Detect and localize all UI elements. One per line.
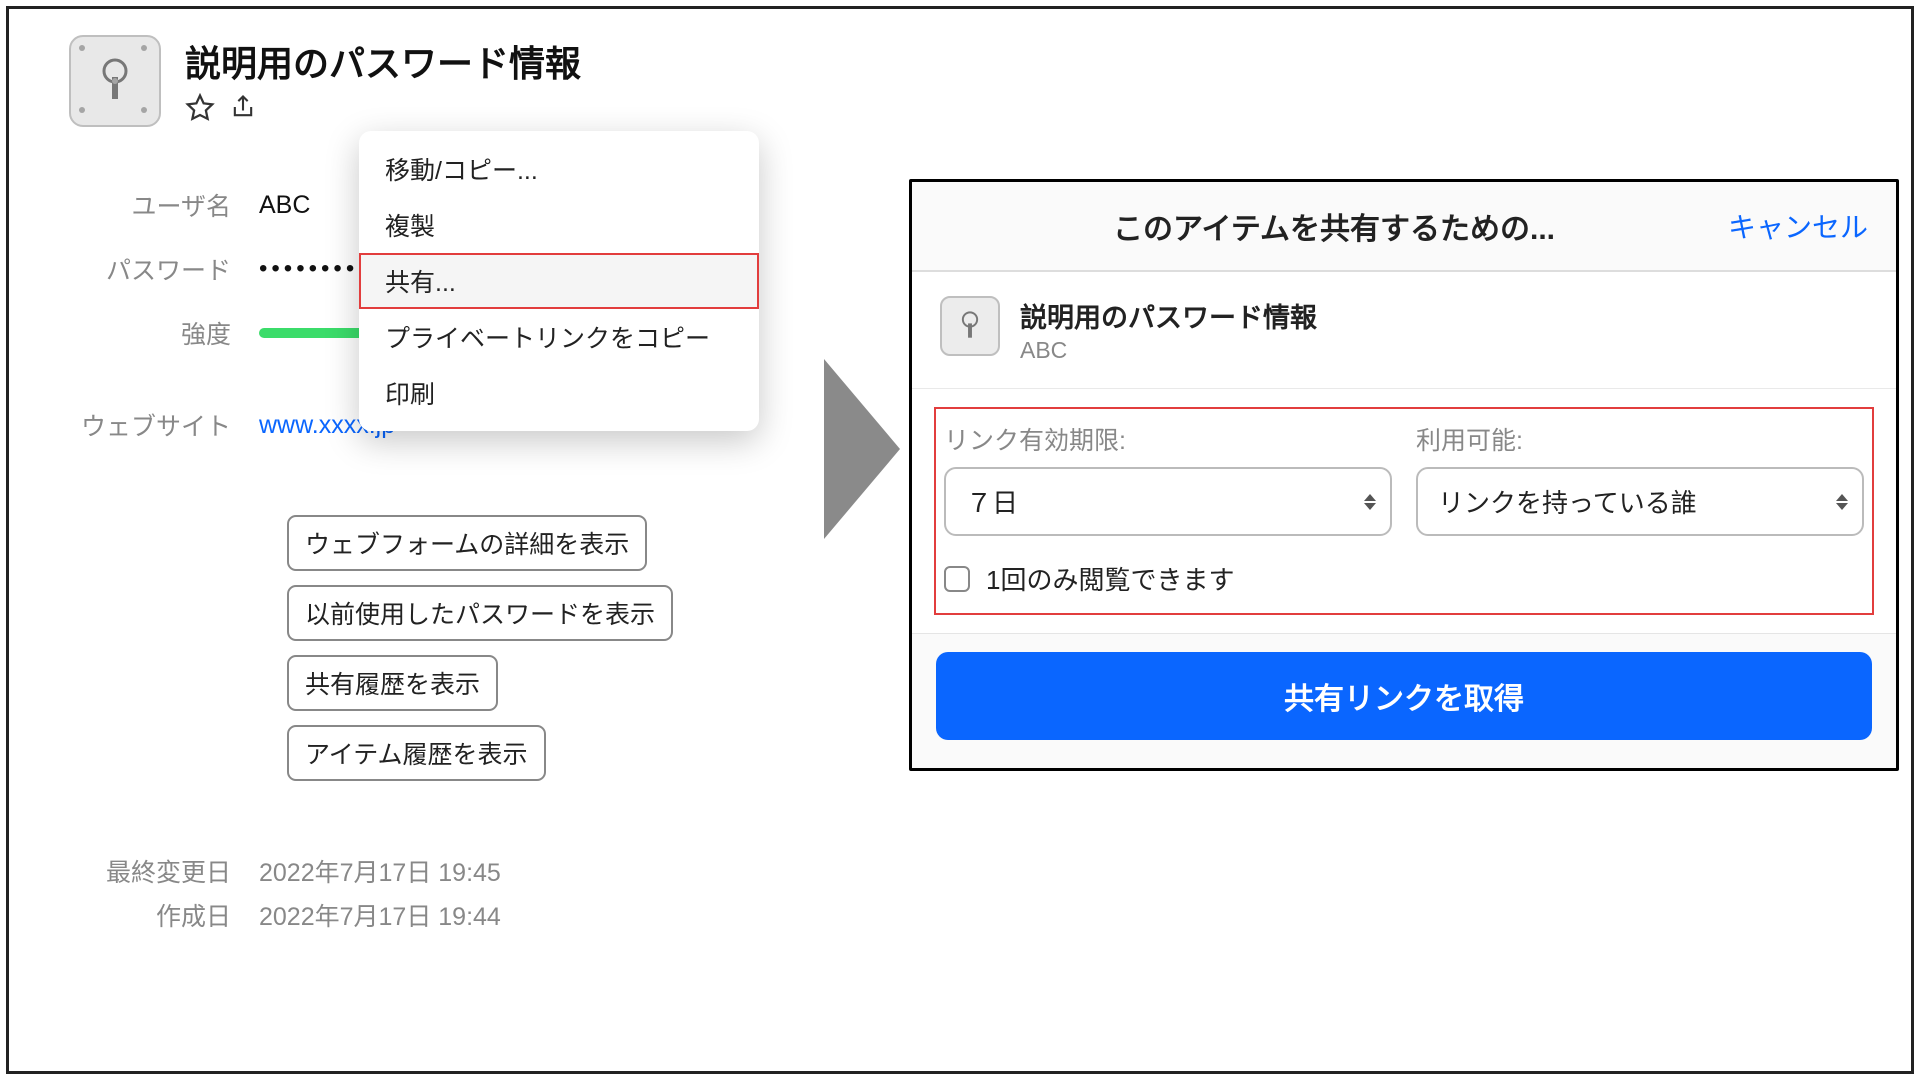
share-icon[interactable] [229, 93, 259, 123]
view-once-label: 1回のみ閲覧できます [986, 560, 1234, 597]
show-item-history-button[interactable]: アイテム履歴を表示 [287, 725, 546, 781]
created-value: 2022年7月17日 19:44 [259, 897, 501, 933]
item-title: 説明用のパスワード情報 [185, 35, 829, 87]
created-label: 作成日 [69, 897, 259, 933]
password-label: パスワード [69, 251, 259, 287]
star-icon[interactable] [185, 93, 215, 123]
strength-label: 強度 [69, 315, 259, 351]
show-previous-passwords-button[interactable]: 以前使用したパスワードを表示 [287, 585, 673, 641]
password-value[interactable]: •••••••• [259, 255, 358, 283]
share-context-menu: 移動/コピー... 複製 共有... プライベートリンクをコピー 印刷 [359, 131, 759, 431]
flow-arrow-icon [824, 359, 900, 539]
dialog-item-name: 説明用のパスワード情報 [1020, 296, 1317, 335]
dialog-item-user: ABC [1020, 337, 1317, 364]
show-webform-details-button[interactable]: ウェブフォームの詳細を表示 [287, 515, 647, 571]
menu-copy-private-link[interactable]: プライベートリンクをコピー [359, 309, 759, 365]
availability-select[interactable]: リンクを持っている誰 [1416, 467, 1864, 536]
share-options-group: リンク有効期限: ７日 利用可能: リンクを持っている誰 [936, 409, 1872, 613]
menu-print[interactable]: 印刷 [359, 365, 759, 421]
dialog-item-icon [940, 296, 1000, 356]
view-once-checkbox[interactable] [944, 566, 970, 592]
availability-label: 利用可能: [1416, 421, 1864, 457]
select-caret-icon [1836, 494, 1848, 510]
menu-share[interactable]: 共有... [359, 253, 759, 309]
select-caret-icon [1364, 494, 1376, 510]
expiration-value: ７日 [966, 488, 1018, 518]
cancel-button[interactable]: キャンセル [1728, 206, 1868, 246]
item-category-icon [69, 35, 161, 127]
availability-value: リンクを持っている誰 [1438, 488, 1697, 518]
expiration-select[interactable]: ７日 [944, 467, 1392, 536]
username-label: ユーザ名 [69, 187, 259, 223]
modified-value: 2022年7月17日 19:45 [259, 853, 501, 889]
dialog-title: このアイテムを共有するための... [940, 204, 1728, 248]
expiration-label: リンク有効期限: [944, 421, 1392, 457]
menu-move-copy[interactable]: 移動/コピー... [359, 141, 759, 197]
show-share-history-button[interactable]: 共有履歴を表示 [287, 655, 498, 711]
share-dialog: このアイテムを共有するための... キャンセル 説明用のパスワード情報 ABC … [909, 179, 1899, 771]
get-share-link-button[interactable]: 共有リンクを取得 [936, 652, 1872, 740]
website-label: ウェブサイト [69, 407, 259, 443]
modified-label: 最終変更日 [69, 853, 259, 889]
menu-duplicate[interactable]: 複製 [359, 197, 759, 253]
username-value[interactable]: ABC [259, 191, 310, 220]
